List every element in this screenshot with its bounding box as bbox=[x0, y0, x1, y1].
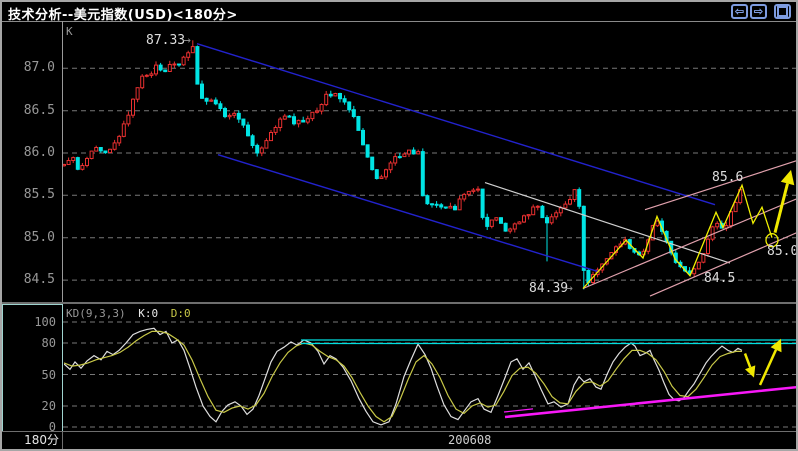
price-axis-tick: 84.5 bbox=[23, 272, 55, 288]
price-axis-tick: 85.0 bbox=[23, 229, 55, 245]
price-axis-tick: 87.0 bbox=[23, 60, 55, 76]
chart-canvas[interactable] bbox=[0, 0, 798, 451]
price-annotation: 85.0 bbox=[767, 244, 798, 259]
window-title: 技术分析--美元指数(USD)<180分> bbox=[8, 8, 238, 23]
kd-header: KD(9,3,3) K:0 D:0 bbox=[66, 307, 191, 320]
back-button[interactable]: ⇦ bbox=[731, 4, 748, 19]
price-axis-tick: 86.5 bbox=[23, 102, 55, 118]
status-bar: 180分 200608 bbox=[2, 431, 796, 449]
blue-channel-upper bbox=[196, 43, 716, 206]
kd-axis-tick: 100 bbox=[34, 315, 56, 329]
left-arrow-icon: ⇦ bbox=[734, 5, 745, 18]
forward-button[interactable]: ⇨ bbox=[750, 4, 767, 19]
main-pane-label: K bbox=[66, 25, 73, 38]
kd-indicator-label: KD(9,3,3) bbox=[66, 307, 126, 320]
price-annotation: 84.5 bbox=[704, 271, 736, 286]
price-annotation: 85.6 bbox=[712, 170, 744, 185]
price-axis-tick: 85.5 bbox=[23, 187, 55, 203]
stage: 技术分析--美元指数(USD)<180分> ⇦ ⇨ K 87.0 86.5 86.0… bbox=[0, 0, 798, 451]
magenta-support-dash bbox=[503, 408, 534, 413]
price-annotation: 84.39 bbox=[529, 281, 569, 296]
pink-channel-top bbox=[644, 160, 796, 211]
maximize-button[interactable] bbox=[774, 4, 791, 19]
annotation-arrow-icon: → bbox=[565, 281, 573, 296]
elliott-wave-line bbox=[582, 183, 773, 289]
right-arrow-icon: ⇨ bbox=[753, 5, 764, 18]
period-label: 180分 bbox=[2, 432, 63, 449]
kd-axis-tick: 80 bbox=[41, 336, 56, 350]
kd-axis-tick: 50 bbox=[41, 367, 56, 382]
kd-up-arrow bbox=[758, 338, 782, 386]
title-bar: 技术分析--美元指数(USD)<180分> ⇦ ⇨ bbox=[2, 2, 796, 23]
k-value-label: K:0 bbox=[138, 307, 159, 320]
d-line bbox=[64, 330, 742, 423]
pane-divider bbox=[2, 302, 796, 304]
price-annotation: 87.33 bbox=[146, 33, 186, 48]
technical-analysis-window: 技术分析--美元指数(USD)<180分> ⇦ ⇨ K 87.0 86.5 86.0… bbox=[0, 0, 798, 451]
price-axis-line bbox=[62, 21, 63, 303]
annotation-arrow-icon: → bbox=[183, 33, 191, 48]
d-value-label: D:0 bbox=[170, 307, 191, 320]
candles bbox=[63, 40, 743, 290]
kd-axis-tick: 20 bbox=[41, 399, 56, 413]
price-axis-tick: 86.0 bbox=[23, 145, 55, 160]
window-buttons: ⇦ ⇨ bbox=[729, 4, 791, 19]
kd-down-arrow bbox=[743, 353, 756, 378]
date-axis-label: 200608 bbox=[448, 433, 492, 447]
maximize-icon bbox=[777, 6, 788, 17]
